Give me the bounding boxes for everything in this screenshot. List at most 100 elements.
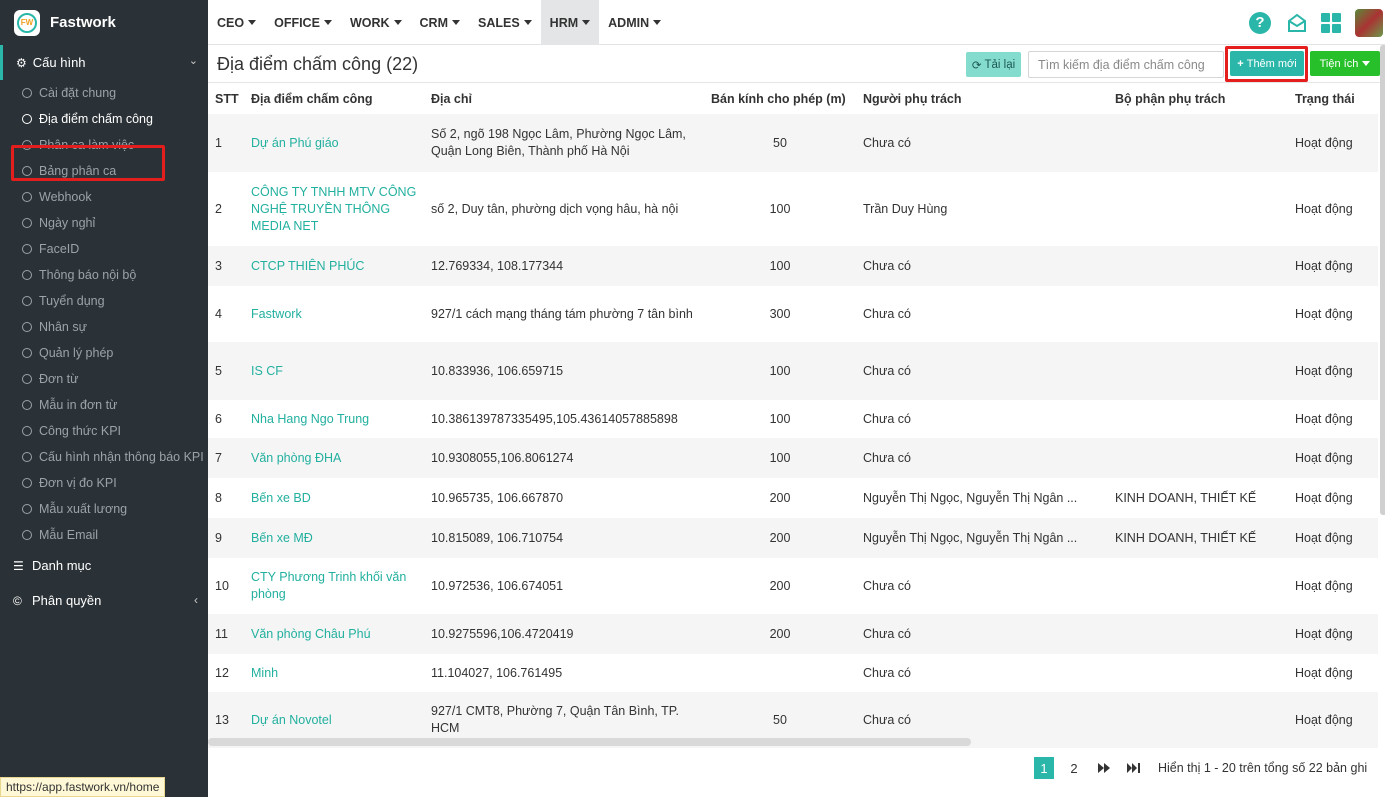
avatar[interactable] [1355,8,1383,37]
column-header[interactable]: Địa điểm chấm công [244,84,424,114]
last-page-icon[interactable] [1124,757,1144,779]
sidebar-item-label: Đơn từ [39,372,79,386]
cell-index: 6 [215,411,222,426]
help-icon[interactable]: ? [1249,11,1271,34]
page-header: Địa điểm chấm công (22) ⟳ Tải lại + Thêm… [208,45,1385,83]
column-header[interactable]: Trạng thái [1288,84,1378,114]
horizontal-scrollbar[interactable] [208,738,971,746]
nav-ceo[interactable]: CEO [208,0,265,45]
nav-work[interactable]: WORK [341,0,411,45]
sidebar-item[interactable]: Webhook [0,184,208,210]
sidebar-item[interactable]: Cấu hình nhận thông báo KPI [0,444,208,470]
caret-down-icon [582,20,591,25]
caret-down-icon [451,20,460,25]
sidebar-item[interactable]: Mẫu Email [0,522,208,548]
table-row[interactable]: 8 Bến xe BD 10.965735, 106.667870 200 Nguyễn… [208,478,1378,518]
column-header[interactable]: Bán kính cho phép (m) [704,84,856,114]
sidebar-item-active[interactable]: Địa điểm chấm công [0,106,208,132]
cell-department [1108,172,1288,246]
table-row[interactable]: 9 Bến xe MĐ 10.815089, 106.710754 200 Nguyễn… [208,518,1378,558]
sidebar-section-config[interactable]: ⚙ Cấu hình ⌄ [0,45,208,80]
sidebar-item[interactable]: FaceID [0,236,208,262]
circle-icon [22,530,32,540]
apps-grid-icon[interactable] [1321,12,1341,33]
location-name-link[interactable]: CÔNG TY TNHH MTV CÔNG NGHỆ TRUYỀN THÔNG … [244,172,424,246]
caret-down-icon [1362,61,1371,66]
sidebar-item-label: Đơn vị đo KPI [39,476,117,490]
table-row[interactable]: 7 Văn phòng ĐHA 10.9308055,106.8061274 100 C… [208,438,1378,478]
sidebar-item[interactable]: Phân ca làm việc [0,132,208,158]
nav-admin[interactable]: ADMIN [599,0,670,45]
location-name-link[interactable]: IS CF [244,342,424,400]
nav-hrm[interactable]: HRM [540,0,600,45]
location-name-link[interactable]: Bến xe MĐ [244,518,424,558]
location-name-link[interactable]: Bến xe BD [244,478,424,518]
sidebar-item[interactable]: Bảng phân ca [0,158,208,184]
nav-office[interactable]: OFFICE [265,0,341,45]
cell-owner: Chưa có [863,665,911,680]
sidebar-item[interactable]: Mẫu xuất lương [0,496,208,522]
sidebar-item[interactable]: Tuyển dụng [0,288,208,314]
cell-department [1108,400,1288,438]
sidebar-item[interactable]: Thông báo nội bộ [0,262,208,288]
column-header[interactable]: Địa chỉ [424,84,704,114]
cell-address: 10.972536, 106.674051 [431,578,564,593]
nav-sales[interactable]: SALES [469,0,541,45]
table-row[interactable]: 3 CTCP THIÊN PHÚC 12.769334, 108.177344 100… [208,246,1378,286]
utilities-button[interactable]: Tiện ích [1310,51,1380,76]
table-row[interactable]: 11 Văn phòng Châu Phú 10.9275596,106.47204… [208,614,1378,654]
sidebar-item[interactable]: Quản lý phép [0,340,208,366]
cell-address: Số 2, ngõ 198 Ngọc Lâm, Phường Ngọc Lâm,… [431,127,686,158]
reload-button[interactable]: ⟳ Tải lại [966,52,1021,77]
reload-label: Tải lại [984,58,1016,71]
page-button-1[interactable]: 1 [1034,757,1054,779]
cell-status: Hoạt động [1295,712,1353,727]
location-name-link[interactable]: CTY Phương Trinh khối văn phòng [244,558,424,614]
location-name-link[interactable]: CTCP THIÊN PHÚC [244,246,424,286]
cell-department: KINH DOANH, THIẾT KẾ [1115,490,1257,505]
add-new-button[interactable]: + Thêm mới [1230,51,1304,76]
column-header[interactable]: STT [208,84,244,114]
cell-owner: Chưa có [863,450,911,465]
location-name-link[interactable]: Dự án Phú giáo [244,114,424,172]
sidebar-item[interactable]: Mẫu in đơn từ [0,392,208,418]
mail-open-icon[interactable] [1287,13,1307,33]
next-page-icon[interactable] [1094,757,1114,779]
top-bar: FW Fastwork CEO OFFICE WORK CRM SALES HR… [0,0,1385,45]
location-name-link[interactable]: Fastwork [244,286,424,342]
sidebar-section-permissions[interactable]: © Phân quyền ‹ [0,583,208,618]
cell-department [1108,246,1288,286]
page-button-2[interactable]: 2 [1064,757,1084,779]
circle-icon [22,114,32,124]
sidebar-item[interactable]: Ngày nghỉ [0,210,208,236]
cell-address: số 2, Duy tân, phường dịch vọng hâu, hà … [431,201,679,216]
circle-icon [22,426,32,436]
table-row[interactable]: 6 Nha Hang Ngo Trung 10.386139787335495,10… [208,400,1378,438]
location-name-link[interactable]: Minh [244,654,424,692]
column-header[interactable]: Bộ phận phụ trách [1108,84,1288,114]
sidebar-section-catalog[interactable]: ☰ Danh mục [0,548,208,583]
table-row[interactable]: 10 CTY Phương Trinh khối văn phòng 10.9725… [208,558,1378,614]
column-header[interactable]: Người phụ trách [856,84,1108,114]
sidebar-item[interactable]: Đơn từ [0,366,208,392]
location-name-link[interactable]: Văn phòng Châu Phú [244,614,424,654]
sidebar-item[interactable]: Cài đặt chung [0,80,208,106]
sidebar-item[interactable]: Công thức KPI [0,418,208,444]
table-row[interactable]: 1 Dự án Phú giáo Số 2, ngõ 198 Ngọc Lâm, P… [208,114,1378,172]
table-row[interactable]: 2 CÔNG TY TNHH MTV CÔNG NGHỆ TRUYỀN THÔNG… [208,172,1378,246]
sidebar-item-label: Ngày nghỉ [39,216,96,230]
cell-status: Hoạt động [1295,626,1353,641]
sidebar-item[interactable]: Đơn vị đo KPI [0,470,208,496]
sidebar-item[interactable]: Nhân sự [0,314,208,340]
brand[interactable]: FW Fastwork [0,0,208,45]
location-name-link[interactable]: Văn phòng ĐHA [244,438,424,478]
table-row[interactable]: 4 Fastwork 927/1 cách mạng tháng tám phườn… [208,286,1378,342]
cell-radius: 200 [769,490,791,505]
table-row[interactable]: 12 Minh 11.104027, 106.761495 Chưa có Hoạt đ… [208,654,1378,692]
table-row[interactable]: 5 IS CF 10.833936, 106.659715 100 Chưa có Hoạ… [208,342,1378,400]
location-name-link[interactable]: Nha Hang Ngo Trung [244,400,424,438]
search-input[interactable] [1028,51,1224,78]
vertical-scrollbar[interactable] [1380,45,1385,515]
nav-crm[interactable]: CRM [411,0,469,45]
circle-icon [22,296,32,306]
